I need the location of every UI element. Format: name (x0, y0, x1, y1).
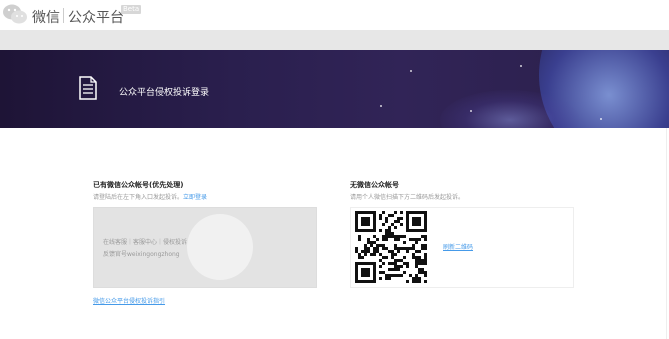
wechat-logo-icon (3, 4, 27, 24)
brand-name[interactable]: 微信 (32, 7, 60, 27)
right-panel-subtitle: 请用个人微信扫描下方二维码后发起投诉。 (350, 194, 465, 201)
top-bar: 微信 公众平台 Beta (0, 0, 669, 30)
star (470, 110, 472, 112)
brand-divider (63, 8, 64, 23)
complaint-guide-link[interactable]: 微信公众平台侵权投诉指引 (93, 296, 165, 305)
star (380, 105, 382, 107)
hero-banner: 公众平台侵权投诉登录 (0, 50, 669, 128)
banner-title: 公众平台侵权投诉登录 (119, 88, 210, 98)
highlight-circle (187, 214, 253, 280)
beta-badge: Beta (121, 5, 142, 14)
left-panel-subtitle: 请登陆后在左下角入口发起投诉。立即登录 (93, 192, 207, 201)
login-preview-box: 在线客服｜客服中心｜侵权投诉 反馈官号weixingongzhong (93, 207, 317, 288)
star (600, 118, 602, 120)
page-edge-line (666, 128, 667, 339)
left-panel-instructions: 请登陆后在左下角入口发起投诉。 (93, 194, 184, 201)
refresh-qr-link[interactable]: 刷新二维码 (443, 242, 473, 251)
menu-hint-line: 在线客服｜客服中心｜侵权投诉 (103, 239, 188, 246)
nav-spacer-bar (0, 30, 669, 50)
star (520, 65, 522, 67)
document-icon (79, 76, 97, 100)
login-link[interactable]: 立即登录 (183, 194, 207, 201)
star (410, 70, 412, 72)
platform-name[interactable]: 公众平台 (68, 7, 124, 27)
qr-code-icon[interactable] (355, 211, 427, 283)
right-panel-title: 无微信公众帐号 (350, 181, 399, 189)
account-hint-line: 反馈官号weixingongzhong (103, 251, 180, 258)
qr-box: 刷新二维码 (350, 207, 574, 288)
left-panel-title: 已有微信公众帐号(优先处理) (93, 181, 184, 189)
